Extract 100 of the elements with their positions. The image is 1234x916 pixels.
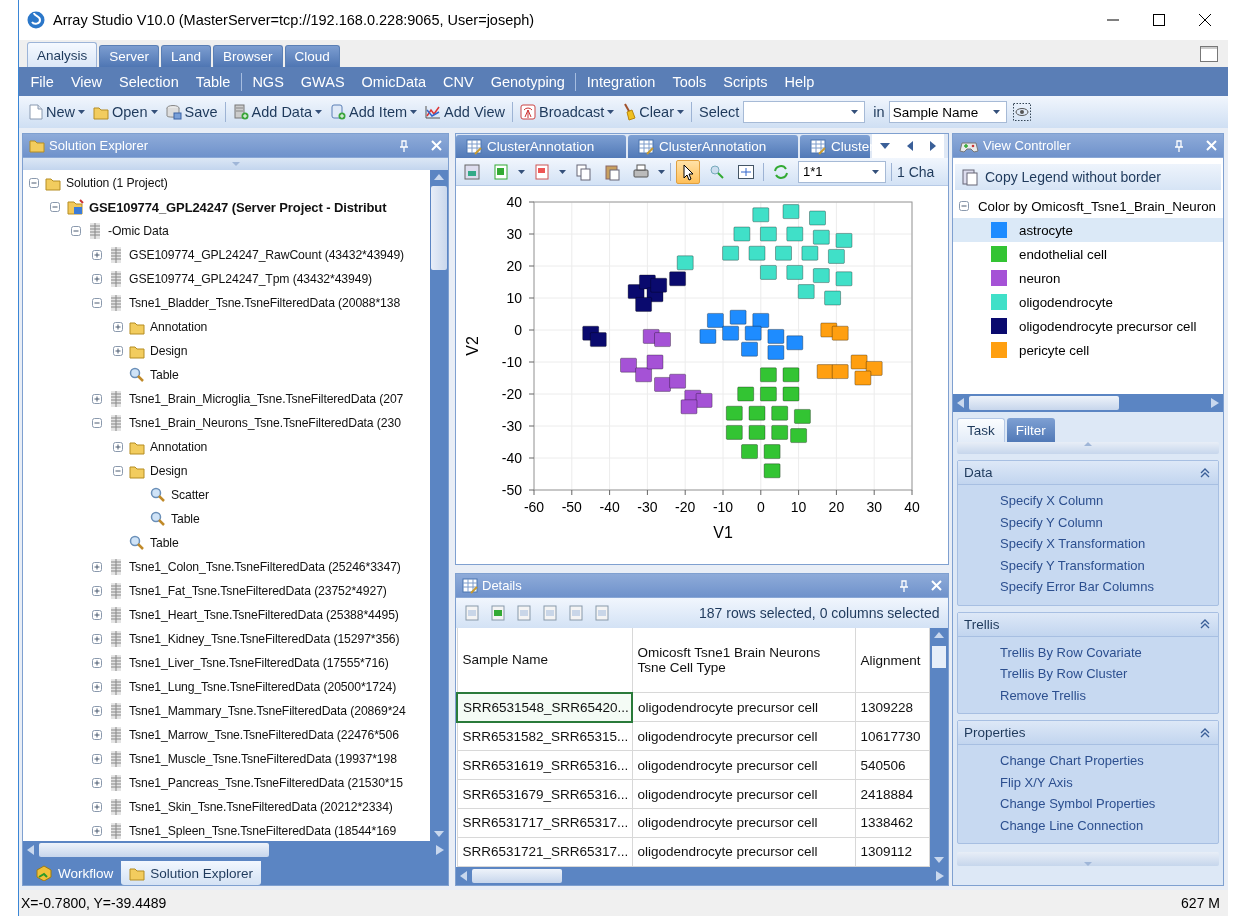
menu-item[interactable]: Scripts: [714, 73, 777, 90]
task-link[interactable]: Specify X Column: [1000, 492, 1104, 511]
scroll-right-icon[interactable]: [1211, 398, 1219, 408]
expand-icon[interactable]: [92, 753, 103, 765]
expand-icon[interactable]: [92, 585, 103, 597]
close-icon[interactable]: [431, 140, 442, 151]
restore-icon[interactable]: [1200, 45, 1218, 62]
legend-item[interactable]: endothelial cell: [1015, 243, 1111, 265]
scrollbar-thumb[interactable]: [39, 843, 269, 857]
expand-icon[interactable]: [92, 393, 103, 405]
task-link[interactable]: Trellis By Row Cluster: [1000, 665, 1128, 684]
save-icon[interactable]: [516, 605, 532, 621]
scroll-up-icon[interactable]: [434, 174, 444, 180]
task-link[interactable]: Change Chart Properties: [1000, 752, 1144, 771]
toolbar-button[interactable]: Save: [161, 100, 222, 124]
tree-item[interactable]: Design: [150, 344, 188, 358]
legend-item[interactable]: oligodendrocyte: [1015, 291, 1117, 313]
scroll-up-icon[interactable]: [933, 632, 944, 638]
collapse-icon[interactable]: [1200, 727, 1210, 738]
panel-tab[interactable]: Solution Explorer: [121, 861, 262, 885]
pointer-tool[interactable]: [676, 159, 700, 184]
legend-item[interactable]: pericyte cell: [1015, 339, 1094, 361]
copy-legend-button[interactable]: Copy Legend without border: [955, 164, 1221, 190]
column-header[interactable]: Omicosft Tsne1 Brain Neurons Tsne Cell Type: [632, 628, 855, 693]
menu-item[interactable]: NGS: [243, 73, 293, 90]
menu-item[interactable]: CNV: [434, 73, 483, 90]
legend-item[interactable]: oligodendrocyte precursor cell: [1015, 315, 1201, 337]
collapse-icon[interactable]: [71, 225, 82, 237]
tree-item[interactable]: Tsne1_Muscle_Tsne.TsneFilteredData (19937*198: [129, 752, 397, 766]
task-link[interactable]: Flip X/Y Axis: [1000, 773, 1073, 792]
expand-icon[interactable]: [92, 777, 103, 789]
task-link[interactable]: Specify Error Bar Columns: [1000, 578, 1154, 597]
section-header[interactable]: Trellis: [958, 612, 1218, 637]
tree-item[interactable]: Tsne1_Liver_Tsne.TsneFilteredData (17555*716): [129, 656, 389, 670]
tree-item[interactable]: Tsne1_Heart_Tsne.TsneFilteredData (25388*4495): [129, 608, 399, 622]
menu-item[interactable]: Tools: [663, 73, 715, 90]
collapse-icon[interactable]: [92, 417, 103, 429]
expand-icon[interactable]: [113, 321, 124, 333]
task-link[interactable]: Change Symbol Properties: [1000, 795, 1156, 814]
scrollbar-thumb[interactable]: [431, 186, 447, 270]
section-header[interactable]: Data: [958, 461, 1218, 485]
layout-combo[interactable]: 1*1: [798, 160, 886, 183]
vertical-scrollbar[interactable]: [430, 170, 448, 841]
tab-list-icon[interactable]: [880, 143, 891, 149]
collapse-icon[interactable]: [1200, 619, 1210, 629]
scroll-right-icon[interactable]: [935, 871, 944, 881]
tree-item[interactable]: Tsne1_Colon_Tsne.TsneFilteredData (25246*3347): [129, 560, 401, 574]
horizontal-scrollbar[interactable]: [953, 394, 1223, 412]
tree-item[interactable]: Tsne1_Kidney_Tsne.TsneFilteredData (15297*356): [129, 632, 400, 646]
tree-item[interactable]: GSE109774_GPL24247_Tpm (43432*43949): [129, 272, 373, 286]
expand-icon[interactable]: [113, 345, 124, 357]
expand-icon[interactable]: [92, 657, 103, 669]
paste-icon[interactable]: [568, 605, 584, 621]
expand-icon[interactable]: [92, 825, 103, 837]
tree-item[interactable]: Table: [171, 512, 200, 526]
tree-item[interactable]: Tsne1_Marrow_Tsne.TsneFilteredData (22476*506: [129, 728, 399, 742]
scrollbar-thumb[interactable]: [931, 646, 946, 668]
tree-item[interactable]: Color by Omicosft_Tsne1_Brain_Neuron: [978, 198, 1216, 214]
column-header[interactable]: Alignment: [855, 628, 929, 693]
tree-item[interactable]: Solution (1 Project): [66, 176, 168, 190]
ribbon-tab[interactable]: Analysis: [27, 42, 98, 67]
scroll-down-icon[interactable]: [434, 831, 444, 837]
toolbar-button[interactable]: Add Data: [228, 100, 327, 124]
select-combo[interactable]: [743, 101, 866, 123]
tree-item[interactable]: Tsne1_Brain_Microglia_Tsne.TsneFilteredData (207: [129, 392, 404, 406]
eye-icon[interactable]: [1012, 103, 1031, 121]
expand-icon[interactable]: [92, 801, 103, 813]
tab-right-icon[interactable]: [929, 141, 936, 151]
expand-icon[interactable]: [92, 705, 103, 717]
tree-item[interactable]: Tsne1_Pancreas_Tsne.TsneFilteredData (21530*15: [129, 776, 403, 790]
legend-item[interactable]: neuron: [1015, 267, 1065, 289]
task-link[interactable]: Specify Y Column: [1000, 513, 1103, 532]
close-icon[interactable]: [930, 580, 942, 591]
tree-item[interactable]: Annotation: [150, 320, 208, 334]
collapse-icon[interactable]: [92, 297, 103, 309]
expand-icon[interactable]: [92, 273, 103, 285]
toolbar-button[interactable]: Open: [89, 100, 162, 124]
tree-item[interactable]: Tsne1_Brain_Neurons_Tsne.TsneFilteredData (230: [129, 416, 401, 430]
ribbon-tab[interactable]: Browser: [213, 45, 283, 67]
menu-item[interactable]: Table: [187, 73, 239, 90]
menu-item[interactable]: OmicData: [353, 73, 435, 90]
expand-icon[interactable]: [92, 249, 103, 261]
scroll-left-icon[interactable]: [957, 398, 965, 408]
tree-item[interactable]: Table: [150, 536, 179, 550]
document-icon[interactable]: [464, 605, 480, 621]
toolbar-button[interactable]: Broadcast: [516, 100, 619, 124]
collapse-icon[interactable]: [959, 200, 970, 212]
task-link[interactable]: Specify X Transformation: [1000, 535, 1146, 554]
task-link[interactable]: Trellis By Row Covariate: [1000, 643, 1142, 662]
task-link[interactable]: Remove Trellis: [1000, 686, 1086, 705]
section-header[interactable]: Properties: [958, 721, 1218, 745]
panel-tab[interactable]: Task: [957, 418, 1005, 442]
tree-item[interactable]: GSE109774_GPL24247 (Server Project - Distribut: [89, 199, 387, 215]
scroll-left-icon[interactable]: [27, 845, 35, 855]
toolbar-button[interactable]: New: [25, 100, 89, 124]
tree-item[interactable]: Tsne1_Spleen_Tsne.TsneFilteredData (18544*169: [129, 824, 397, 838]
scroll-down-icon[interactable]: [933, 857, 944, 863]
tree-item[interactable]: -Omic Data: [108, 224, 169, 238]
expand-icon[interactable]: [92, 681, 103, 693]
scroll-left-icon[interactable]: [460, 871, 468, 881]
